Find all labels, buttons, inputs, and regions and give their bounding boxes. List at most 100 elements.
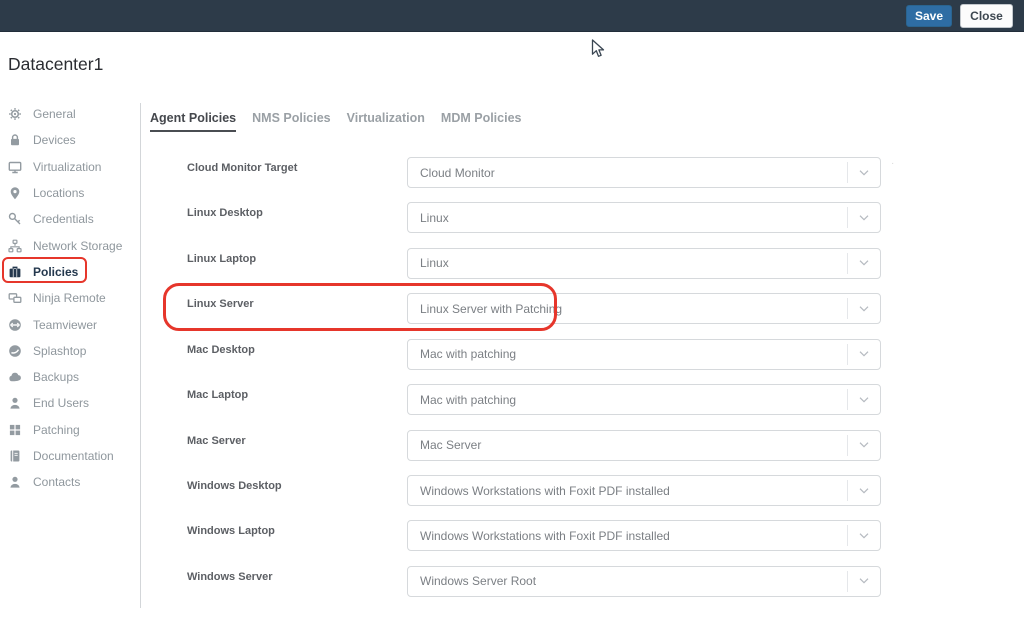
chevron-down-icon[interactable] [847, 162, 880, 183]
sidebar-item-label: Contacts [33, 475, 80, 489]
chevron-down-icon[interactable] [847, 253, 880, 274]
gear-icon [8, 107, 22, 121]
dropdown-selected-value: Linux [408, 249, 847, 278]
sidebar-item-label: Policies [33, 265, 78, 279]
policy-dropdown-windows-server[interactable]: Windows Server Root [407, 566, 881, 597]
teamviewer-icon [8, 318, 22, 332]
top-action-bar: Save Close [0, 0, 1024, 32]
sidebar-item-label: Credentials [33, 212, 94, 226]
page-title: Datacenter1 [8, 54, 103, 75]
policy-dropdown-windows-desktop[interactable]: Windows Workstations with Foxit PDF inst… [407, 475, 881, 506]
policy-dropdown-mac-server[interactable]: Mac Server [407, 430, 881, 461]
policy-row-label: Mac Laptop [150, 384, 407, 401]
dropdown-selected-value: Mac with patching [408, 385, 847, 414]
policy-dropdown-cloud-monitor-target[interactable]: Cloud Monitor [407, 157, 881, 188]
sidebar-divider [140, 103, 141, 608]
chevron-down-icon[interactable] [847, 435, 880, 456]
cloud-icon [8, 370, 22, 384]
network-icon [8, 239, 22, 253]
sidebar-item-label: Backups [33, 370, 79, 384]
dropdown-selected-value: Windows Workstations with Foxit PDF inst… [408, 521, 847, 550]
dropdown-selected-value: Windows Server Root [408, 567, 847, 596]
policy-dropdown-windows-laptop[interactable]: Windows Workstations with Foxit PDF inst… [407, 520, 881, 551]
sidebar-item-label: Network Storage [33, 239, 122, 253]
save-button[interactable]: Save [906, 5, 952, 27]
sidebar-item-label: Patching [33, 423, 80, 437]
sidebar-item-label: End Users [33, 396, 89, 410]
dropdown-selected-value: Linux Server with Patching [408, 294, 847, 323]
mouse-cursor-icon [591, 39, 607, 66]
artifact-mark: · [891, 158, 894, 169]
dropdown-selected-value: Mac Server [408, 431, 847, 460]
location-pin-icon [8, 186, 22, 200]
sidebar-item-label: Documentation [33, 449, 114, 463]
sidebar-item-splashtop[interactable]: Splashtop [0, 338, 139, 364]
chevron-down-icon[interactable] [847, 298, 880, 319]
policy-dropdown-mac-laptop[interactable]: Mac with patching [407, 384, 881, 415]
chevron-down-icon[interactable] [847, 207, 880, 228]
policy-row-windows-desktop: Windows DesktopWindows Workstations with… [150, 475, 881, 506]
sidebar-item-credentials[interactable]: Credentials [0, 206, 139, 232]
splashtop-icon [8, 344, 22, 358]
policy-dropdown-linux-desktop[interactable]: Linux [407, 202, 881, 233]
policy-row-mac-server: Mac ServerMac Server [150, 430, 881, 461]
sidebar-item-network-storage[interactable]: Network Storage [0, 232, 139, 258]
sidebar-item-end-users[interactable]: End Users [0, 390, 139, 416]
sidebar-item-contacts[interactable]: Contacts [0, 469, 139, 495]
sidebar-item-locations[interactable]: Locations [0, 180, 139, 206]
sidebar-item-backups[interactable]: Backups [0, 364, 139, 390]
policy-dropdown-linux-server[interactable]: Linux Server with Patching [407, 293, 881, 324]
policy-row-label: Linux Laptop [150, 248, 407, 265]
sidebar-item-label: Splashtop [33, 344, 86, 358]
sidebar-item-ninja-remote[interactable]: Ninja Remote [0, 285, 139, 311]
policy-row-label: Windows Desktop [150, 475, 407, 492]
close-button[interactable]: Close [960, 4, 1013, 28]
briefcase-icon [8, 265, 22, 279]
sidebar-nav: General Devices Virtualization Locations Cre… [0, 101, 139, 495]
policy-row-linux-desktop: Linux DesktopLinux [150, 202, 881, 233]
policy-row-label: Linux Server [150, 293, 407, 310]
dropdown-selected-value: Linux [408, 203, 847, 232]
tab-virtualization[interactable]: Virtualization [347, 111, 425, 132]
sidebar-item-documentation[interactable]: Documentation [0, 443, 139, 469]
chevron-down-icon[interactable] [847, 525, 880, 546]
policy-row-label: Mac Desktop [150, 339, 407, 356]
sidebar-item-general[interactable]: General [0, 101, 139, 127]
tab-nms-policies[interactable]: NMS Policies [252, 111, 331, 132]
key-icon [8, 212, 22, 226]
dropdown-selected-value: Mac with patching [408, 340, 847, 369]
sidebar-item-patching[interactable]: Patching [0, 417, 139, 443]
tab-agent-policies[interactable]: Agent Policies [150, 111, 236, 132]
policy-row-label: Windows Server [150, 566, 407, 583]
tab-mdm-policies[interactable]: MDM Policies [441, 111, 522, 132]
book-icon [8, 449, 22, 463]
policy-row-mac-desktop: Mac DesktopMac with patching [150, 339, 881, 370]
policy-row-linux-server: Linux ServerLinux Server with Patching [150, 293, 881, 324]
sidebar-item-teamviewer[interactable]: Teamviewer [0, 311, 139, 337]
sidebar-item-label: Virtualization [33, 160, 101, 174]
sidebar-item-devices[interactable]: Devices [0, 127, 139, 153]
sidebar-item-label: General [33, 107, 76, 121]
policy-row-linux-laptop: Linux LaptopLinux [150, 248, 881, 279]
sidebar-item-label: Devices [33, 133, 76, 147]
chevron-down-icon[interactable] [847, 389, 880, 410]
policy-row-cloud-monitor-target: Cloud Monitor TargetCloud Monitor [150, 157, 881, 188]
sidebar-item-label: Locations [33, 186, 84, 200]
policy-dropdown-linux-laptop[interactable]: Linux [407, 248, 881, 279]
policy-row-windows-laptop: Windows LaptopWindows Workstations with … [150, 520, 881, 551]
sidebar-item-label: Ninja Remote [33, 291, 106, 305]
policy-row-label: Cloud Monitor Target [150, 157, 407, 174]
chevron-down-icon[interactable] [847, 344, 880, 365]
windows-icon [8, 423, 22, 437]
sidebar-item-policies[interactable]: Policies [0, 259, 139, 285]
screens-icon [8, 291, 22, 305]
policy-dropdown-mac-desktop[interactable]: Mac with patching [407, 339, 881, 370]
policy-row-label: Windows Laptop [150, 520, 407, 537]
org-editor-window: Save Close Datacenter1 General Devices Vir… [0, 0, 1024, 621]
chevron-down-icon[interactable] [847, 480, 880, 501]
dropdown-selected-value: Cloud Monitor [408, 158, 847, 187]
sidebar-item-virtualization[interactable]: Virtualization [0, 154, 139, 180]
lock-icon [8, 133, 22, 147]
chevron-down-icon[interactable] [847, 571, 880, 592]
policy-tabs: Agent Policies NMS Policies Virtualization… [150, 111, 521, 132]
